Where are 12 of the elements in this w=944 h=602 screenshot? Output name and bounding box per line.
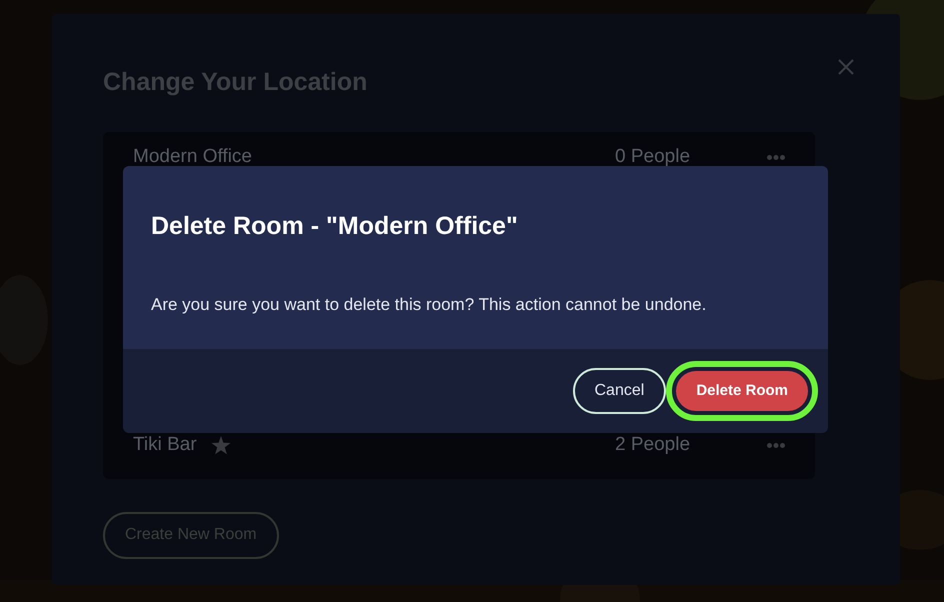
dialog-title: Delete Room - "Modern Office" <box>151 211 519 242</box>
close-icon[interactable] <box>837 58 855 76</box>
cancel-button[interactable]: Cancel <box>572 368 666 414</box>
room-name: Tiki Bar <box>133 433 197 458</box>
dialog-message: Are you sure you want to delete this room? This action cannot be undone. <box>151 294 708 316</box>
people-count: 0 People <box>615 145 692 170</box>
room-name: Modern Office <box>133 145 252 170</box>
people-count: 2 People <box>615 433 692 458</box>
more-icon[interactable] <box>767 443 785 448</box>
delete-button[interactable]: Delete Room <box>676 371 808 411</box>
more-icon[interactable] <box>767 155 785 160</box>
star-icon[interactable] <box>210 436 231 455</box>
